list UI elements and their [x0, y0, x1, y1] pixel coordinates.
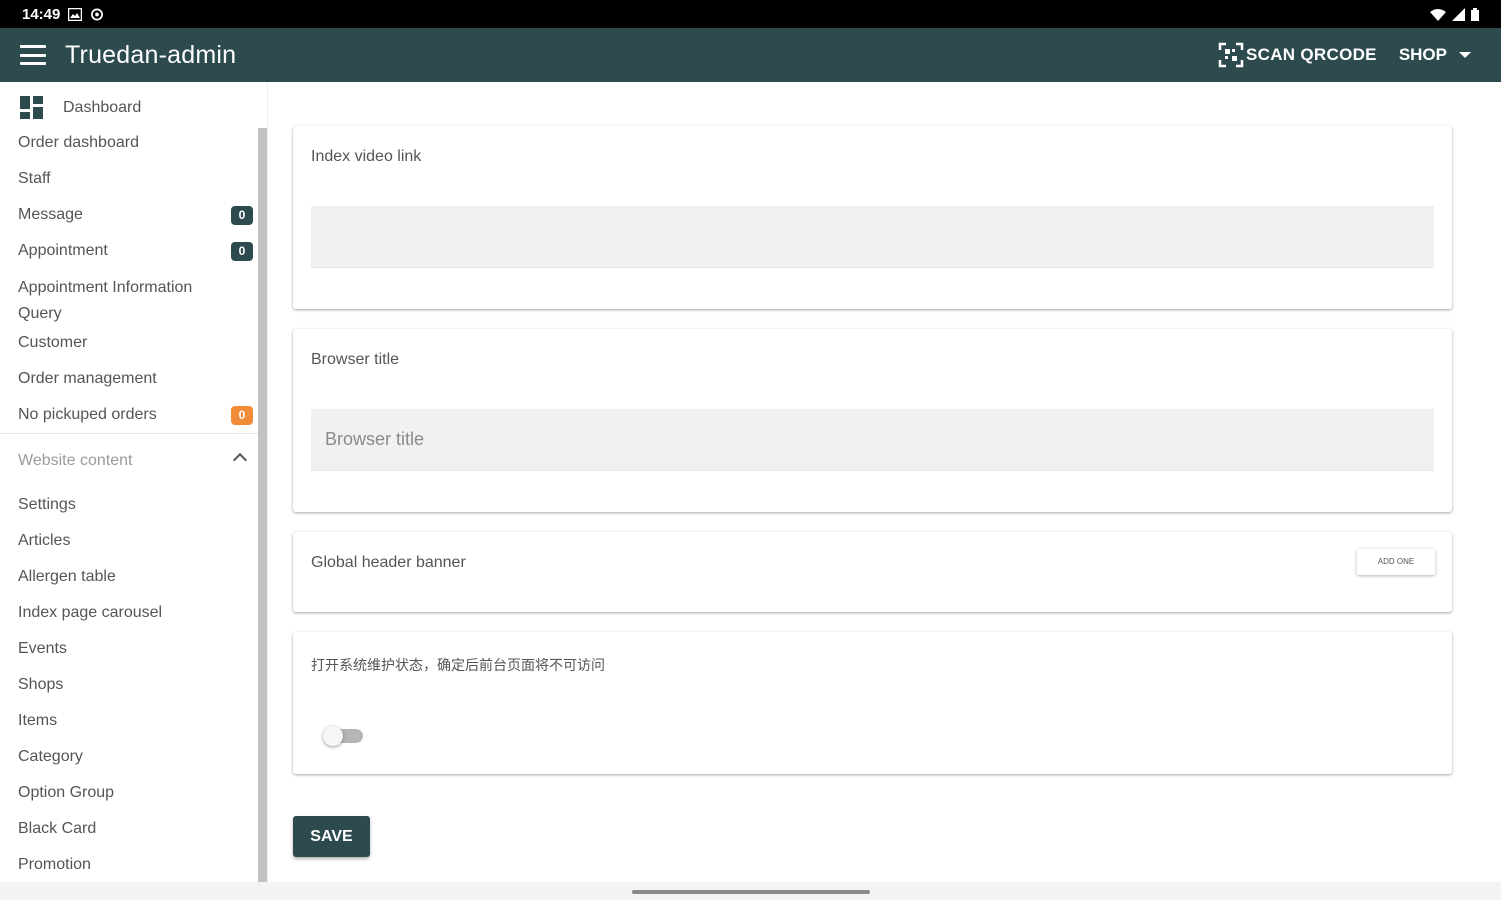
- sidebar-item-message[interactable]: Message 0: [18, 206, 253, 225]
- signal-icon: [1452, 7, 1465, 21]
- sidebar-divider: [0, 433, 258, 434]
- app-bar: Truedan-admin SCAN QRCODE SHOP: [0, 28, 1501, 82]
- shop-label: SHOP: [1398, 45, 1447, 64]
- sidebar-item-settings[interactable]: Settings: [18, 496, 253, 514]
- sidebar-item-appointment[interactable]: Appointment 0: [18, 242, 253, 261]
- sidebar-item-order-dashboard[interactable]: Order dashboard: [18, 134, 253, 152]
- appointment-count-badge: 0: [231, 242, 253, 261]
- sidebar-item-dashboard[interactable]: Dashboard: [20, 96, 255, 119]
- sidebar-item-allergen-table[interactable]: Allergen table: [18, 568, 253, 586]
- sidebar-item-label: Category: [18, 748, 83, 765]
- qrcode-icon: [1218, 42, 1244, 68]
- sidebar-item-label: Message: [18, 206, 83, 223]
- sidebar-item-order-management[interactable]: Order management: [18, 370, 253, 388]
- maintenance-card: 打开系统维护状态，确定后前台页面将不可访问: [293, 632, 1452, 774]
- menu-icon[interactable]: [20, 45, 46, 65]
- video-link-input[interactable]: [311, 206, 1434, 268]
- toggle-thumb: [323, 726, 343, 746]
- sidebar-item-articles[interactable]: Articles: [18, 532, 253, 550]
- app-title: Truedan-admin: [65, 40, 237, 69]
- maintenance-label: 打开系统维护状态，确定后前台页面将不可访问: [311, 658, 605, 674]
- sidebar-item-label: Order management: [18, 370, 157, 387]
- sidebar-item-customer[interactable]: Customer: [18, 334, 253, 352]
- sidebar-item-category[interactable]: Category: [18, 748, 253, 766]
- sync-icon: [91, 8, 104, 20]
- dashboard-icon: [20, 96, 43, 119]
- wifi-icon: [1430, 8, 1446, 21]
- browser-title-card: Browser title: [293, 329, 1452, 512]
- sidebar-item-appointment-query[interactable]: Appointment Information Query: [18, 275, 228, 327]
- chevron-down-icon: [1459, 52, 1471, 58]
- sidebar-item-label: Dashboard: [63, 98, 142, 116]
- chevron-up-icon: [232, 452, 248, 468]
- sidebar-item-label: Option Group: [18, 784, 115, 801]
- sidebar-item-label: Appointment: [18, 242, 108, 259]
- maintenance-toggle[interactable]: [323, 726, 363, 746]
- sidebar-item-black-card[interactable]: Black Card: [18, 820, 253, 838]
- no-pickuped-count-badge: 0: [231, 406, 253, 425]
- browser-title-label: Browser title: [311, 351, 400, 368]
- status-bar: 14:49: [0, 0, 1501, 28]
- sidebar-item-staff[interactable]: Staff: [18, 170, 253, 188]
- sidebar-item-label: Events: [18, 640, 67, 657]
- sidebar-scrollbar[interactable]: [258, 128, 267, 882]
- section-website-content[interactable]: Website content: [18, 452, 253, 470]
- message-count-badge: 0: [231, 206, 253, 225]
- scan-qrcode-label: SCAN QRCODE: [1246, 45, 1377, 64]
- video-link-label: Index video link: [311, 148, 422, 165]
- system-nav-bar: [0, 882, 1501, 900]
- sidebar-item-label: Staff: [18, 170, 51, 187]
- main-content: Index video link Browser title Global he…: [268, 82, 1501, 882]
- browser-title-input[interactable]: [311, 409, 1434, 471]
- shop-dropdown[interactable]: SHOP: [1399, 45, 1471, 65]
- sidebar-item-label: Customer: [18, 334, 88, 351]
- video-link-card: Index video link: [293, 126, 1452, 309]
- sidebar-item-label: Articles: [18, 532, 71, 549]
- sidebar-item-label: Items: [18, 712, 58, 729]
- sidebar-item-label: Settings: [18, 496, 76, 513]
- sidebar-item-label: Allergen table: [18, 568, 116, 585]
- sidebar-item-events[interactable]: Events: [18, 640, 253, 658]
- header-banner-label: Global header banner: [311, 554, 466, 571]
- sidebar-item-shops[interactable]: Shops: [18, 676, 253, 694]
- sidebar-item-no-pickuped-orders[interactable]: No pickuped orders 0: [18, 406, 253, 425]
- gallery-icon: [68, 7, 83, 21]
- sidebar-item-label: Appointment Information Query: [18, 279, 193, 322]
- sidebar-item-label: Order dashboard: [18, 134, 139, 151]
- sidebar-item-items[interactable]: Items: [18, 712, 253, 730]
- sidebar-item-label: Index page carousel: [18, 604, 163, 621]
- add-banner-button[interactable]: ADD ONE: [1357, 549, 1435, 575]
- sidebar: Dashboard Order dashboard Staff Message …: [0, 82, 268, 882]
- section-label: Website content: [18, 452, 133, 469]
- sidebar-item-index-page-carousel[interactable]: Index page carousel: [18, 604, 253, 622]
- home-indicator[interactable]: [632, 890, 870, 894]
- sidebar-item-label: Shops: [18, 676, 64, 693]
- status-time: 14:49: [22, 5, 61, 23]
- save-button[interactable]: SAVE: [293, 816, 370, 857]
- header-banner-card: Global header banner ADD ONE: [293, 532, 1452, 612]
- sidebar-item-label: No pickuped orders: [18, 406, 157, 423]
- sidebar-item-option-group[interactable]: Option Group: [18, 784, 253, 802]
- battery-icon: [1471, 7, 1479, 21]
- sidebar-item-label: Promotion: [18, 856, 91, 873]
- scan-qrcode-button[interactable]: SCAN QRCODE: [1218, 42, 1377, 68]
- sidebar-item-label: Black Card: [18, 820, 97, 837]
- sidebar-item-promotion[interactable]: Promotion: [18, 856, 253, 874]
